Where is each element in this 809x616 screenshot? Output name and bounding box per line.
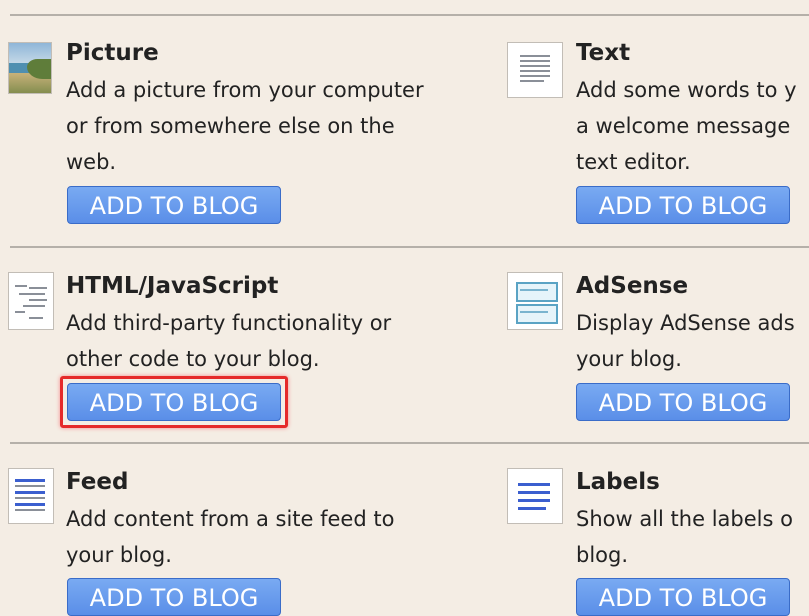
widget-title: Picture (66, 40, 159, 66)
widget-title: AdSense (576, 273, 689, 299)
widget-description-line: other code to your blog. (66, 347, 320, 371)
add-to-blog-button-feed[interactable]: ADD TO BLOG (67, 578, 281, 616)
labels-icon (507, 468, 563, 524)
row-divider-1 (10, 246, 809, 248)
widget-description-line: Add some words to y (576, 78, 797, 102)
html-javascript-icon (8, 272, 54, 330)
widget-description-line: your blog. (576, 347, 682, 371)
add-to-blog-button-adsense[interactable]: ADD TO BLOG (576, 383, 790, 421)
widget-description-line: Add third-party functionality or (66, 311, 392, 335)
add-to-blog-button-labels[interactable]: ADD TO BLOG (576, 578, 790, 616)
widget-description-line: or from somewhere else on the (66, 114, 395, 138)
widget-description-line: blog. (576, 543, 629, 567)
widget-description-line: your blog. (66, 543, 172, 567)
text-icon (507, 42, 563, 98)
widget-description-line: Add content from a site feed to (66, 507, 395, 531)
add-to-blog-button-text[interactable]: ADD TO BLOG (576, 186, 790, 224)
widget-title: Feed (66, 469, 129, 495)
widget-description-line: Display AdSense ads (576, 311, 795, 335)
widget-description-line: web. (66, 150, 117, 174)
widget-description-line: Show all the labels o (576, 507, 793, 531)
feed-icon (8, 468, 54, 524)
selection-highlight (60, 376, 288, 428)
picture-icon (8, 42, 52, 94)
widget-description-line: a welcome message (576, 114, 791, 138)
widget-description-line: text editor. (576, 150, 691, 174)
row-divider-2 (10, 442, 809, 444)
widget-title: Labels (576, 469, 660, 495)
widget-title: HTML/JavaScript (66, 273, 279, 299)
top-divider (10, 14, 809, 16)
widget-description-line: Add a picture from your computer (66, 78, 424, 102)
widget-title: Text (576, 40, 631, 66)
add-to-blog-button-picture[interactable]: ADD TO BLOG (67, 186, 281, 224)
adsense-icon (507, 272, 563, 330)
